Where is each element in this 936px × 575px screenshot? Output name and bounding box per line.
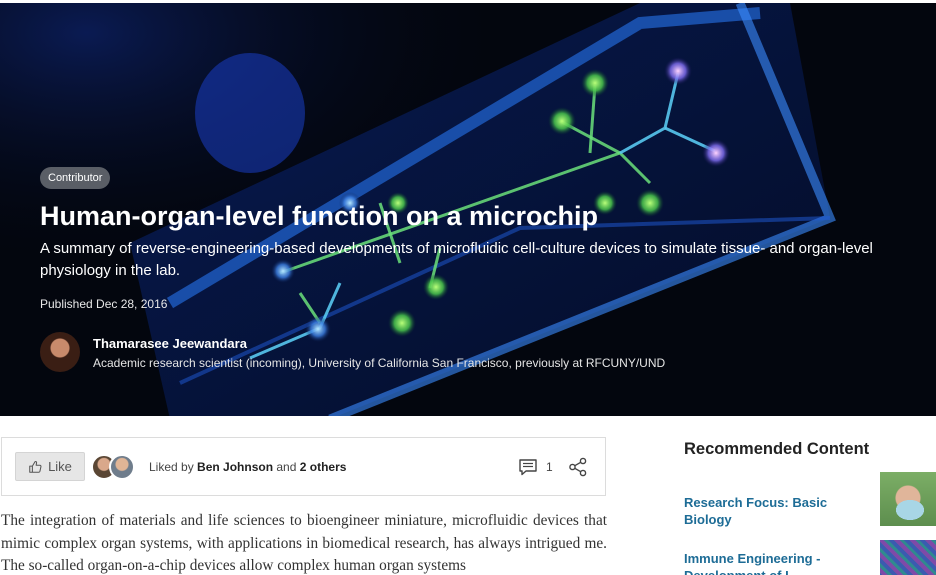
liker-avatars[interactable]: [91, 454, 137, 480]
like-button[interactable]: Like: [15, 452, 85, 481]
published-date: Published Dec 28, 2016: [40, 297, 168, 311]
comment-count: 1: [546, 460, 553, 474]
author-name[interactable]: Thamarasee Jeewandara: [93, 336, 247, 352]
avatar: [109, 454, 135, 480]
share-icon[interactable]: [568, 457, 588, 477]
recommended-thumbnail[interactable]: [880, 540, 936, 575]
liked-others[interactable]: 2 others: [300, 460, 347, 474]
comment-icon: [519, 459, 537, 476]
liked-prefix: Liked by: [149, 460, 198, 474]
article-title: Human-organ-level function on a microchi…: [40, 201, 599, 231]
author-headline: Academic research scientist (incoming), …: [93, 356, 666, 370]
like-label: Like: [48, 459, 72, 474]
liked-mid: and: [273, 460, 300, 474]
hero-banner: Contributor Human-organ-level function o…: [0, 0, 936, 416]
thumbs-up-icon: [29, 460, 42, 473]
author-avatar[interactable]: [40, 332, 80, 372]
comment-button[interactable]: 1: [518, 457, 553, 477]
social-action-bar: Like Liked by Ben Johnson and 2 others 1: [1, 437, 606, 496]
recommended-content-heading: Recommended Content: [684, 440, 870, 458]
recommended-link[interactable]: Research Focus: Basic Biology: [684, 494, 874, 528]
liker-name[interactable]: Ben Johnson: [197, 460, 273, 474]
contributor-badge: Contributor: [40, 167, 111, 189]
article-body: The integration of materials and life sc…: [1, 512, 607, 574]
recommended-thumbnail[interactable]: [880, 472, 936, 526]
recommended-link[interactable]: Immune Engineering - Development of I...: [684, 550, 874, 575]
liked-by-text[interactable]: Liked by Ben Johnson and 2 others: [149, 460, 346, 474]
article-summary: A summary of reverse-engineering-based d…: [40, 240, 873, 279]
